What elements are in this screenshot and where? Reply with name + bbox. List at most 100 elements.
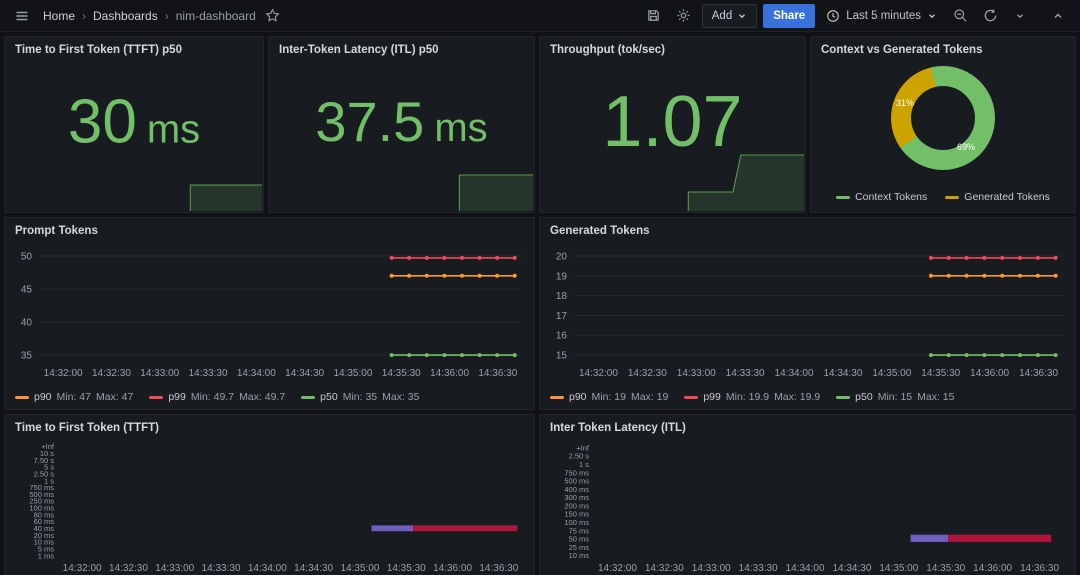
zoom-out-button[interactable] <box>948 4 972 28</box>
time-series-chart[interactable]: 15161718192014:32:0014:32:3014:33:0014:3… <box>544 242 1071 379</box>
time-series-chart[interactable]: 3540455014:32:0014:32:3014:33:0014:33:30… <box>9 242 530 379</box>
legend-swatch <box>836 396 850 399</box>
heatmap-chart[interactable]: +Inf2.50 s1 s750 ms500 ms400 ms300 ms200… <box>544 439 1071 573</box>
svg-text:14:36:30: 14:36:30 <box>1020 563 1059 573</box>
panel-title[interactable]: Inter Token Latency (ITL) <box>540 415 1075 434</box>
slice-percent-label: 69% <box>957 142 975 152</box>
sparkline <box>270 173 533 211</box>
svg-text:18: 18 <box>556 291 568 302</box>
svg-text:14:36:30: 14:36:30 <box>479 563 518 573</box>
time-range-label: Last 5 minutes <box>846 10 921 22</box>
legend-item[interactable]: p99Min: 19.9Max: 19.9 <box>684 391 820 403</box>
svg-text:40: 40 <box>21 318 33 329</box>
breadcrumb-dashboards[interactable]: Dashboards <box>90 9 161 23</box>
svg-text:14:33:30: 14:33:30 <box>739 563 778 573</box>
chevron-down-icon <box>927 11 937 21</box>
chart-legend: p90Min: 47Max: 47 p99 Min: 49.7 Max: 49.7 p5… <box>15 391 420 403</box>
svg-text:14:34:00: 14:34:00 <box>786 563 825 573</box>
heatmap-chart[interactable]: +Inf10 s7.50 s5 s2.50 s1 s750 ms500 ms25… <box>9 439 530 573</box>
svg-text:14:34:30: 14:34:30 <box>823 368 862 379</box>
legend-series-name: p90 <box>34 391 52 403</box>
legend-item[interactable]: p50 Min: 15 Max: 15 <box>836 391 954 403</box>
slice-percent-label: 31% <box>896 98 914 108</box>
time-range-picker[interactable]: Last 5 minutes <box>821 4 942 28</box>
share-button[interactable]: Share <box>763 4 815 28</box>
refresh-button[interactable] <box>978 4 1002 28</box>
svg-text:14:32:00: 14:32:00 <box>598 563 637 573</box>
panel-row-heatmaps: Time to First Token (TTFT) +Inf10 s7.50 … <box>4 414 1076 575</box>
legend-series-name: p99 <box>703 391 721 403</box>
legend-item[interactable]: Context Tokens <box>836 191 927 203</box>
legend-item[interactable]: p90Min: 19Max: 19 <box>550 391 668 403</box>
legend-max: Max: 47 <box>96 391 133 403</box>
save-dashboard-button[interactable] <box>642 4 666 28</box>
legend-max: Max: 35 <box>382 391 419 403</box>
panel-itl-p50: Inter-Token Latency (ITL) p50 37.5 ms <box>268 36 535 213</box>
svg-text:14:36:00: 14:36:00 <box>970 368 1009 379</box>
svg-text:14:32:30: 14:32:30 <box>645 563 684 573</box>
panel-title[interactable]: Inter-Token Latency (ITL) p50 <box>269 37 534 56</box>
stat-value: 1.07 <box>540 86 805 158</box>
panel-title[interactable]: Time to First Token (TTFT) p50 <box>5 37 263 56</box>
panel-ttft-p50: Time to First Token (TTFT) p50 30 ms <box>4 36 264 213</box>
svg-text:14:35:00: 14:35:00 <box>879 563 918 573</box>
legend-series-name: p99 <box>168 391 186 403</box>
legend-label: Generated Tokens <box>964 191 1050 203</box>
legend-series-name: p50 <box>320 391 338 403</box>
panel-title[interactable]: Context vs Generated Tokens <box>811 37 1075 56</box>
legend-series-name: p50 <box>855 391 873 403</box>
svg-text:14:36:00: 14:36:00 <box>433 563 472 573</box>
favorite-button[interactable] <box>261 4 285 28</box>
panel-itl-heatmap: Inter Token Latency (ITL) +Inf2.50 s1 s7… <box>539 414 1076 575</box>
svg-text:14:32:00: 14:32:00 <box>579 368 618 379</box>
panel-title[interactable]: Time to First Token (TTFT) <box>5 415 534 434</box>
clock-icon <box>826 9 840 23</box>
menu-toggle-button[interactable] <box>10 4 34 28</box>
add-button[interactable]: Add <box>702 4 757 28</box>
legend-max: Max: 49.7 <box>239 391 285 403</box>
svg-text:20: 20 <box>556 251 568 262</box>
stat-unit: ms <box>147 107 200 152</box>
donut-chart[interactable]: 31% 69% <box>891 66 995 170</box>
svg-text:14:35:30: 14:35:30 <box>382 368 421 379</box>
svg-text:14:33:00: 14:33:00 <box>140 368 179 379</box>
chevron-up-icon <box>1052 10 1064 22</box>
legend-item[interactable]: p99 Min: 49.7 Max: 49.7 <box>149 391 285 403</box>
svg-text:14:35:00: 14:35:00 <box>340 563 379 573</box>
svg-text:35: 35 <box>21 351 33 362</box>
svg-text:19: 19 <box>556 271 568 282</box>
svg-text:14:34:00: 14:34:00 <box>248 563 287 573</box>
legend-min: Min: 49.7 <box>191 391 234 403</box>
svg-text:14:32:30: 14:32:30 <box>109 563 148 573</box>
svg-text:14:34:30: 14:34:30 <box>294 563 333 573</box>
sparkline <box>541 153 804 211</box>
hamburger-icon <box>14 8 30 24</box>
svg-text:50: 50 <box>21 251 33 262</box>
svg-text:14:36:30: 14:36:30 <box>1019 368 1058 379</box>
panel-generated-tokens: Generated Tokens 15161718192014:32:0014:… <box>539 217 1076 410</box>
refresh-interval-button[interactable] <box>1008 4 1032 28</box>
panel-throughput: Throughput (tok/sec) 1.07 <box>539 36 806 213</box>
panel-row-stats: Time to First Token (TTFT) p50 30 ms Int… <box>4 36 1076 213</box>
legend-swatch <box>301 396 315 399</box>
svg-text:14:32:30: 14:32:30 <box>92 368 131 379</box>
collapse-controls-button[interactable] <box>1046 4 1070 28</box>
legend-min: Min: 15 <box>878 391 912 403</box>
legend-min: Min: 35 <box>343 391 377 403</box>
svg-text:14:36:00: 14:36:00 <box>430 368 469 379</box>
svg-text:14:32:30: 14:32:30 <box>628 368 667 379</box>
legend-item[interactable]: p50 Min: 35 Max: 35 <box>301 391 419 403</box>
legend-item[interactable]: Generated Tokens <box>945 191 1050 203</box>
dashboard-settings-button[interactable] <box>672 4 696 28</box>
panel-title[interactable]: Throughput (tok/sec) <box>540 37 805 56</box>
add-button-label: Add <box>712 10 732 22</box>
legend-item[interactable]: p90Min: 47Max: 47 <box>15 391 133 403</box>
svg-text:14:35:00: 14:35:00 <box>872 368 911 379</box>
panel-title[interactable]: Generated Tokens <box>540 218 1075 237</box>
panel-title[interactable]: Prompt Tokens <box>5 218 534 237</box>
legend-max: Max: 15 <box>917 391 954 403</box>
breadcrumb-current: nim-dashboard <box>173 9 259 23</box>
svg-text:14:32:00: 14:32:00 <box>44 368 83 379</box>
breadcrumb-home[interactable]: Home <box>40 9 78 23</box>
legend-min: Min: 19.9 <box>726 391 769 403</box>
